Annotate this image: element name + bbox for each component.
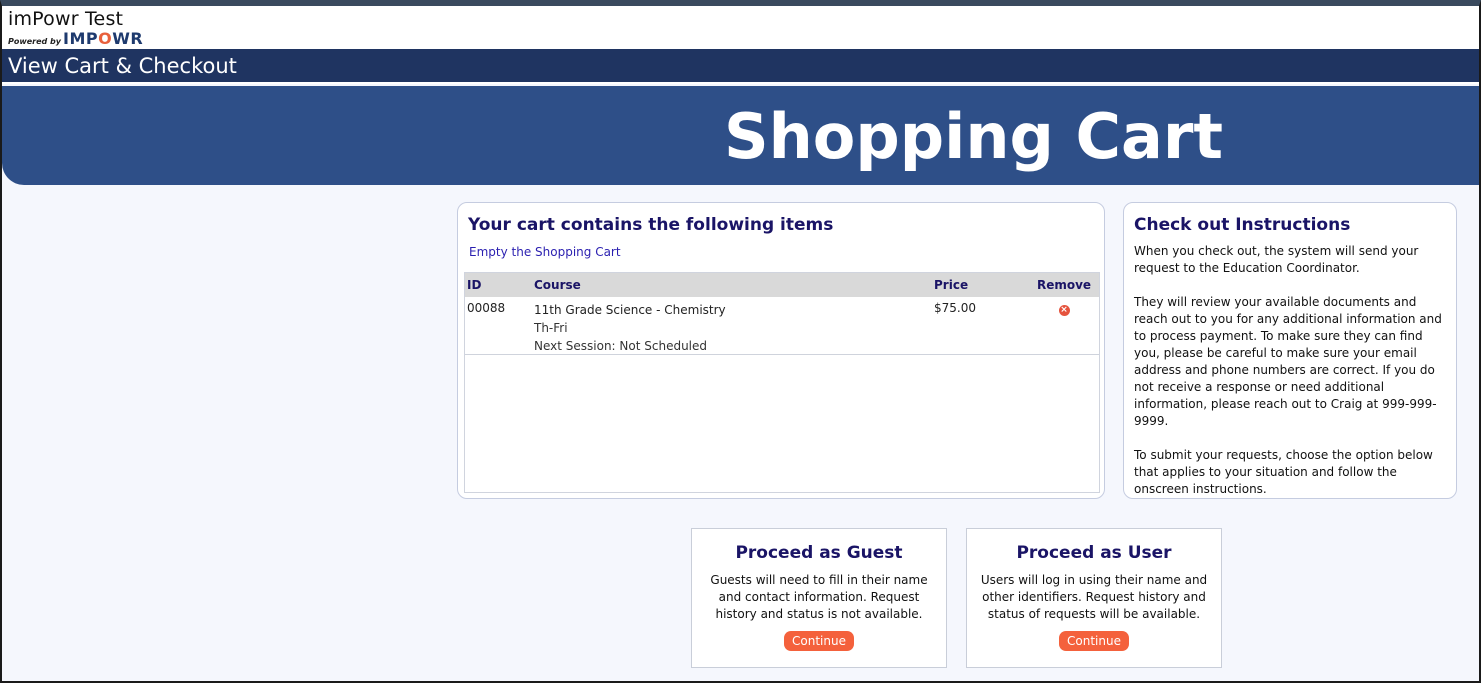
- item-course: 11th Grade Science - Chemistry Th-Fri Ne…: [534, 297, 934, 354]
- item-id: 00088: [467, 301, 506, 315]
- proceed-user-card: Proceed as User Users will log in using …: [966, 528, 1222, 668]
- instructions-body: When you check out, the system will send…: [1134, 243, 1452, 515]
- cart-table: ID Course Price Remove 00088 11th Grade …: [464, 272, 1100, 493]
- proceed-user-title: Proceed as User: [1016, 543, 1172, 563]
- item-price: $75.00: [934, 301, 976, 315]
- powered-by-logo: Powered by IMPOWR: [8, 29, 143, 48]
- hero-banner: Shopping Cart: [2, 86, 1479, 185]
- remove-item-icon[interactable]: ×: [1058, 305, 1070, 316]
- empty-cart-link[interactable]: Empty the Shopping Cart: [469, 245, 621, 259]
- item-next-session: Next Session: Not Scheduled: [534, 339, 708, 353]
- item-remove: ×: [1029, 297, 1099, 354]
- page-header: View Cart & Checkout: [2, 49, 1479, 84]
- cart-table-header: ID Course Price Remove: [465, 273, 1099, 297]
- item-schedule: Th-Fri: [534, 321, 568, 335]
- column-header-remove: Remove: [1036, 278, 1092, 292]
- instructions-paragraph: They will review your available document…: [1134, 295, 1442, 428]
- app-title: imPowr Test: [8, 8, 124, 30]
- proceed-guest-title: Proceed as Guest: [735, 543, 903, 563]
- item-course-name: 11th Grade Science - Chemistry: [534, 303, 726, 317]
- instructions-panel: Check out Instructions When you check ou…: [1123, 202, 1457, 499]
- instructions-paragraph: To submit your requests, choose the opti…: [1134, 448, 1433, 496]
- proceed-guest-description: Guests will need to fill in their name a…: [710, 573, 928, 621]
- user-continue-button[interactable]: Continue: [1059, 631, 1129, 651]
- column-header-id: ID: [467, 278, 482, 292]
- cart-heading: Your cart contains the following items: [468, 215, 834, 235]
- instructions-paragraph: When you check out, the system will send…: [1134, 244, 1419, 275]
- table-row: 00088 11th Grade Science - Chemistry Th-…: [465, 297, 1099, 355]
- guest-continue-button[interactable]: Continue: [784, 631, 854, 651]
- instructions-heading: Check out Instructions: [1134, 215, 1351, 235]
- proceed-user-description: Users will log in using their name and o…: [980, 573, 1208, 621]
- impowr-logo: IMPOWR: [63, 29, 144, 48]
- brand-bar: imPowr Test Powered by IMPOWR: [2, 6, 1479, 49]
- column-header-price: Price: [934, 278, 969, 292]
- hero-title: Shopping Cart: [724, 100, 1224, 173]
- powered-by-label: Powered by: [8, 37, 61, 46]
- proceed-guest-card: Proceed as Guest Guests will need to fil…: [691, 528, 947, 668]
- page-title: View Cart & Checkout: [8, 54, 237, 78]
- cart-panel: Your cart contains the following items E…: [457, 202, 1105, 499]
- column-header-course: Course: [534, 278, 581, 292]
